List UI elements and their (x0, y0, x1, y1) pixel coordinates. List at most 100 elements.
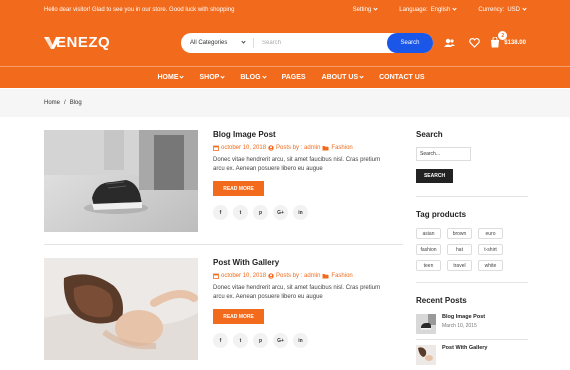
post-date-text: october 10, 2018 (221, 145, 267, 151)
nav-item-pages[interactable]: PAGES (282, 74, 306, 81)
heart-icon[interactable] (468, 37, 480, 49)
tag-item[interactable]: fashion (416, 244, 441, 255)
nav-item-shop[interactable]: SHOP (199, 74, 225, 81)
facebook-icon[interactable]: f (213, 205, 228, 220)
search-button[interactable]: Search (387, 32, 433, 53)
nav-item-label: ABOUT US (321, 74, 359, 81)
nav-item-contact-us[interactable]: CONTACT US (379, 74, 424, 81)
post-excerpt: Donec vitae hendrerit arcu, sit amet fau… (213, 157, 381, 172)
user-icon[interactable] (443, 37, 455, 49)
welcome-message: Hello dear visitor! Glad to see you in o… (44, 6, 235, 13)
read-more-button[interactable]: READ MORE (213, 181, 264, 196)
post-author[interactable]: Posts by : admin (268, 145, 320, 151)
recent-post-item[interactable]: Blog Image Post March 10, 2015 (416, 314, 528, 334)
tag-item[interactable]: t-shirt (478, 244, 503, 255)
nav-item-label: HOME (157, 74, 179, 81)
language-dropdown[interactable]: Language: English (399, 6, 457, 13)
google-plus-icon[interactable]: G+ (273, 333, 288, 348)
tag-item[interactable]: hat (447, 244, 472, 255)
linkedin-icon[interactable]: in (293, 205, 308, 220)
recent-post-thumbnail[interactable] (416, 314, 436, 334)
post-category[interactable]: Fashion (322, 273, 353, 279)
site-logo[interactable]: ENEZQ (44, 34, 181, 51)
category-select-value: All Categories (190, 39, 228, 46)
nav-item-blog[interactable]: BLOG (240, 74, 267, 81)
nav-item-label: SHOP (199, 74, 220, 81)
post-category[interactable]: Fashion (322, 145, 353, 151)
tag-item[interactable]: travel (447, 260, 472, 271)
recent-post-item[interactable]: Post With Gallery (416, 345, 528, 365)
nav-item-home[interactable]: HOME (157, 74, 185, 81)
post-category-text: Fashion (331, 145, 353, 151)
tag-item[interactable]: euro (478, 228, 503, 239)
facebook-icon[interactable]: f (213, 333, 228, 348)
pinterest-icon[interactable]: p (253, 333, 268, 348)
post-date: october 10, 2018 (213, 145, 266, 151)
tag-item[interactable]: brown (447, 228, 472, 239)
chevron-down-icon (179, 74, 185, 79)
recent-post-text: Post With Gallery (442, 345, 488, 351)
tag-item[interactable]: teen (416, 260, 441, 271)
post-title[interactable]: Blog Image Post (213, 130, 403, 139)
read-more-button[interactable]: READ MORE (213, 309, 264, 324)
post-author[interactable]: Posts by : admin (268, 273, 320, 279)
sidebar-divider (416, 282, 528, 283)
language-value: English (430, 6, 451, 13)
chevron-down-icon (522, 6, 527, 11)
chevron-down-icon (241, 39, 246, 44)
cart-button[interactable]: 2 $138.00 (490, 31, 526, 48)
nav-item-label: PAGES (281, 74, 306, 81)
sidebar-search-input[interactable]: Search... (416, 147, 471, 161)
setting-dropdown[interactable]: Setting (353, 6, 378, 13)
site-header: ENEZQ All Categories Search 2 $138.00 (0, 19, 570, 66)
user-circle-icon (268, 273, 274, 279)
chevron-down-icon (373, 6, 378, 11)
calendar-icon (213, 145, 219, 151)
nav-item-about-us[interactable]: ABOUT US (322, 74, 364, 81)
post-author-text: Posts by : admin (276, 145, 321, 151)
tag-item[interactable]: white (478, 260, 503, 271)
sidebar-divider (416, 339, 528, 340)
tag-item[interactable]: asian (416, 228, 441, 239)
sidebar-search-button[interactable]: SEARCH (416, 169, 453, 183)
currency-dropdown[interactable]: Currency: USD (478, 6, 527, 13)
post-image-gallery[interactable] (44, 258, 198, 360)
breadcrumb-current: Blog (69, 100, 82, 106)
nav-item-label: CONTACT US (379, 74, 425, 81)
post-author-text: Posts by : admin (276, 273, 321, 279)
twitter-icon[interactable]: t (233, 333, 248, 348)
header-icons: 2 $138.00 (430, 19, 526, 66)
post-divider (44, 244, 403, 245)
google-plus-icon[interactable]: G+ (273, 205, 288, 220)
search-box: All Categories Search (181, 32, 433, 53)
nav-item-label: BLOG (240, 74, 261, 81)
post-image-sneaker[interactable] (44, 130, 198, 232)
category-select[interactable]: All Categories (181, 37, 254, 48)
language-label: Language: (399, 6, 428, 13)
linkedin-icon[interactable]: in (293, 333, 308, 348)
cart-total: $138.00 (504, 39, 526, 46)
post-date-text: october 10, 2018 (221, 273, 267, 279)
recent-posts-title: Recent Posts (416, 296, 467, 305)
main-navigation: HOME SHOP BLOG PAGES ABOUT US CONTACT US (0, 66, 570, 88)
currency-label: Currency: (478, 6, 505, 13)
recent-post-thumbnail[interactable] (416, 345, 436, 365)
sidebar-search-title: Search (416, 130, 443, 139)
recent-post-text: Blog Image Post March 10, 2015 (442, 314, 485, 329)
pinterest-icon[interactable]: p (253, 205, 268, 220)
twitter-icon[interactable]: t (233, 205, 248, 220)
chevron-down-icon (261, 74, 267, 79)
search-input[interactable] (254, 39, 387, 46)
post-meta: october 10, 2018 Posts by : admin Fashio… (213, 145, 403, 151)
recent-post-title[interactable]: Post With Gallery (442, 345, 488, 351)
chevron-down-icon (359, 74, 364, 79)
breadcrumb-home-link[interactable]: Home (44, 100, 60, 106)
recent-post-title[interactable]: Blog Image Post (442, 314, 485, 320)
breadcrumb-separator: / (64, 100, 66, 106)
post-title[interactable]: Post With Gallery (213, 258, 403, 267)
share-buttons: f t p G+ in (213, 333, 403, 348)
post-body: Blog Image Post october 10, 2018 Posts b… (213, 130, 403, 220)
chevron-down-icon (220, 74, 225, 79)
sidebar: Search Search... SEARCH Tag products asi… (416, 117, 528, 365)
tags-title: Tag products (416, 210, 467, 219)
